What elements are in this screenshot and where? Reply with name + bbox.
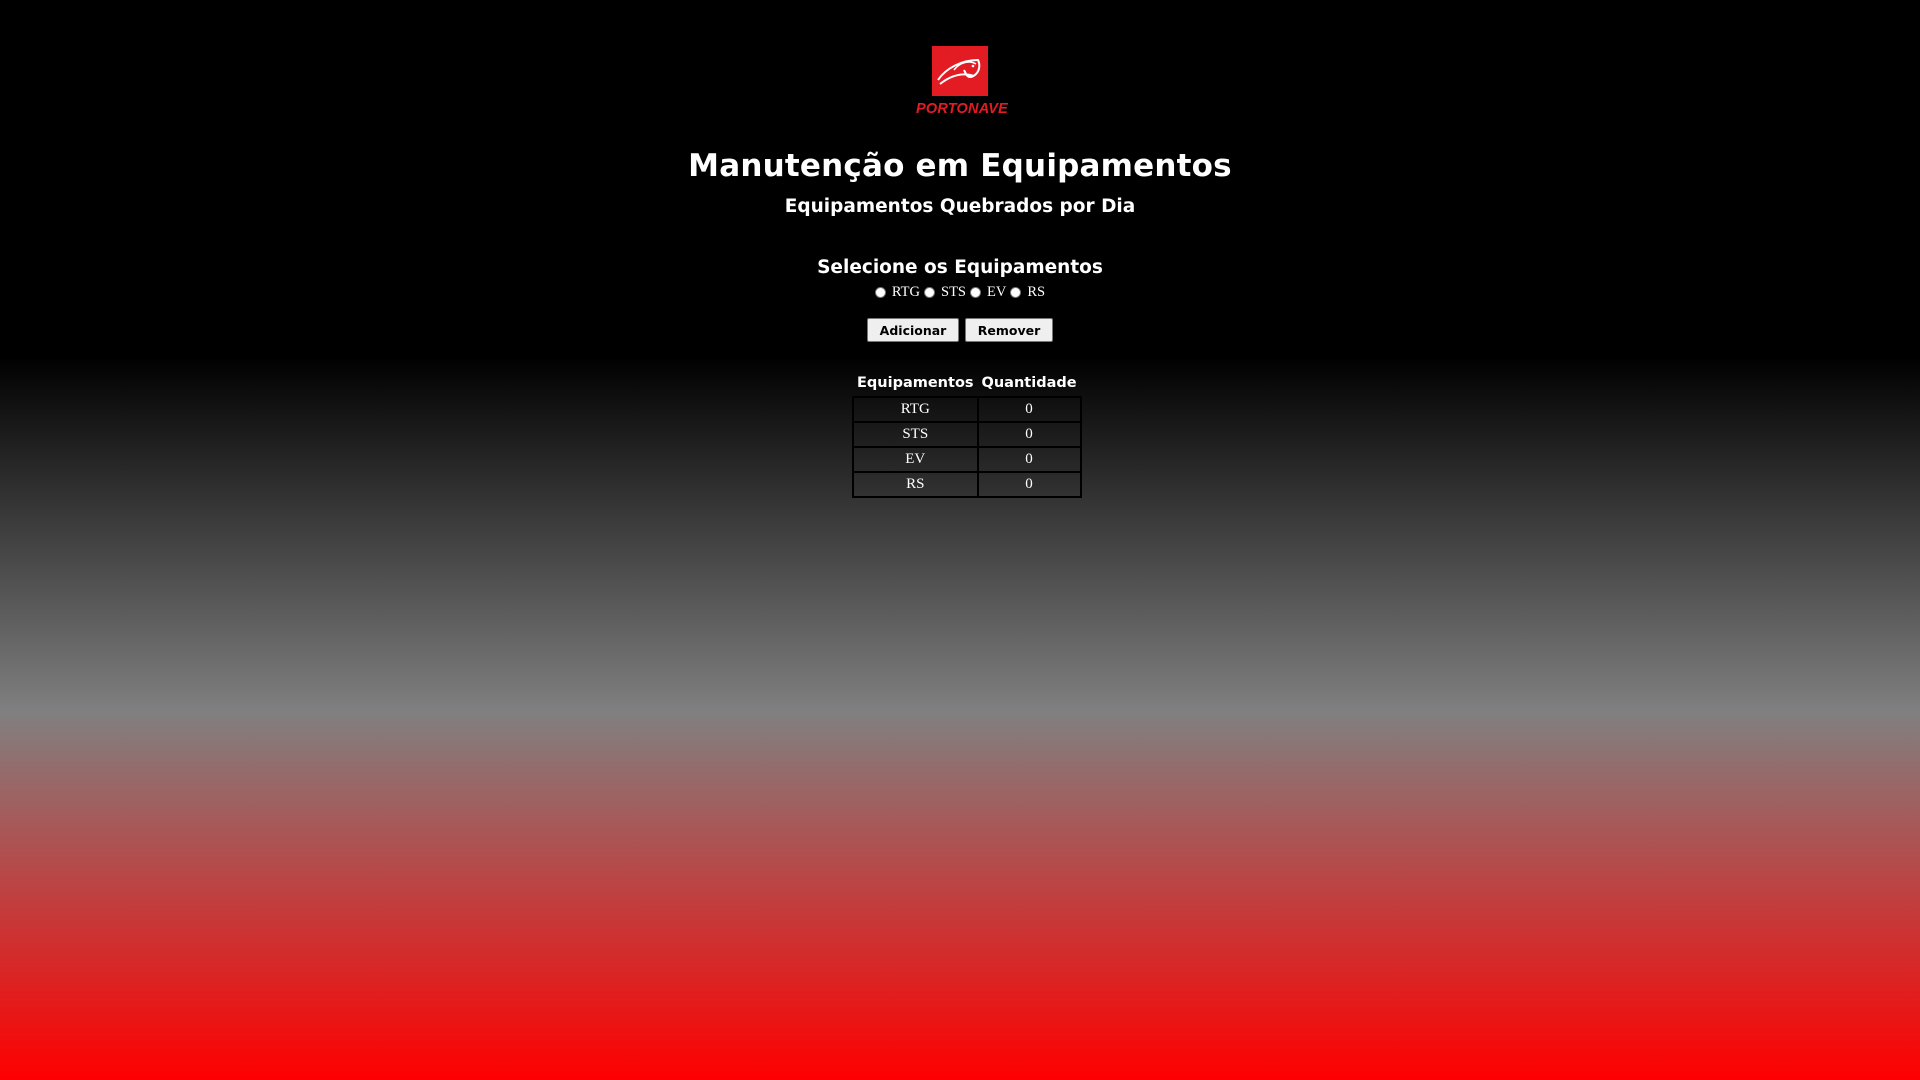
equipment-radio-group: RTG STS EV RS (0, 284, 1920, 301)
radio-label-rs: RS (1027, 284, 1046, 300)
radio-button-rtg[interactable] (874, 287, 886, 298)
cell-equipment: EV (852, 446, 979, 473)
radio-option-ev[interactable]: EV (970, 284, 1006, 301)
cell-equipment: RS (852, 471, 979, 498)
radio-button-rs[interactable] (1010, 287, 1022, 298)
equipment-table-container: Equipamentos Quantidade RTG 0 STS 0 EV 0 (852, 370, 1082, 498)
radio-option-sts[interactable]: STS (924, 284, 966, 301)
table-row: EV 0 (852, 446, 1082, 473)
portonave-logo-icon (932, 46, 988, 96)
equipment-table: Equipamentos Quantidade RTG 0 STS 0 EV 0 (852, 370, 1082, 498)
table-header-row: Equipamentos Quantidade (853, 370, 1081, 397)
cell-quantity: 0 (976, 396, 1082, 423)
add-button[interactable]: Adicionar (867, 318, 959, 342)
radio-label-ev: EV (987, 284, 1007, 300)
page-subtitle: Equipamentos Quebrados por Dia (784, 196, 1136, 217)
radio-option-rs[interactable]: RS (1010, 284, 1045, 301)
action-buttons: Adicionar Remover (0, 318, 1920, 342)
radio-button-ev[interactable] (970, 287, 982, 298)
radio-option-rtg[interactable]: RTG (874, 284, 921, 301)
portonave-logo: PORTONAVE (916, 46, 1009, 122)
radio-label-sts: STS (941, 284, 967, 300)
table-row: RS 0 (852, 471, 1082, 498)
radio-button-sts[interactable] (924, 287, 936, 298)
page-title: Manutenção em Equipamentos (688, 148, 1232, 184)
cell-quantity: 0 (976, 446, 1082, 473)
cell-quantity: 0 (976, 421, 1082, 448)
cell-quantity: 0 (976, 471, 1082, 498)
radio-label-rtg: RTG (891, 284, 921, 300)
header-equipamentos: Equipamentos (857, 374, 974, 391)
page: PORTONAVE Manutenção em Equipamentos Equ… (0, 0, 1920, 1080)
table-row: STS 0 (852, 421, 1082, 448)
equipment-selector-label: Selecione os Equipamentos (817, 257, 1103, 278)
header-quantidade: Quantidade (981, 374, 1077, 391)
cell-equipment: STS (852, 421, 979, 448)
cell-equipment: RTG (852, 396, 979, 423)
logo-brand-text: PORTONAVE (916, 101, 1009, 117)
remove-button[interactable]: Remover (965, 318, 1053, 342)
table-row: RTG 0 (852, 396, 1082, 423)
